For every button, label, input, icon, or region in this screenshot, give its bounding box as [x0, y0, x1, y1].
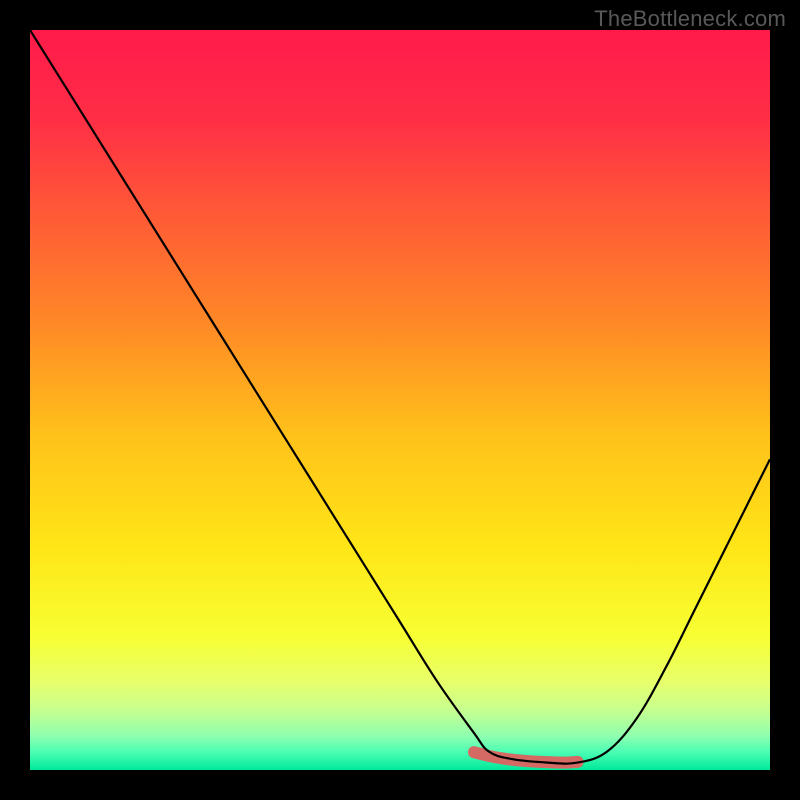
- chart-svg: [30, 30, 770, 770]
- plot-area: [30, 30, 770, 770]
- watermark-text: TheBottleneck.com: [594, 6, 786, 32]
- bottleneck-curve: [30, 30, 770, 764]
- chart-frame: TheBottleneck.com: [0, 0, 800, 800]
